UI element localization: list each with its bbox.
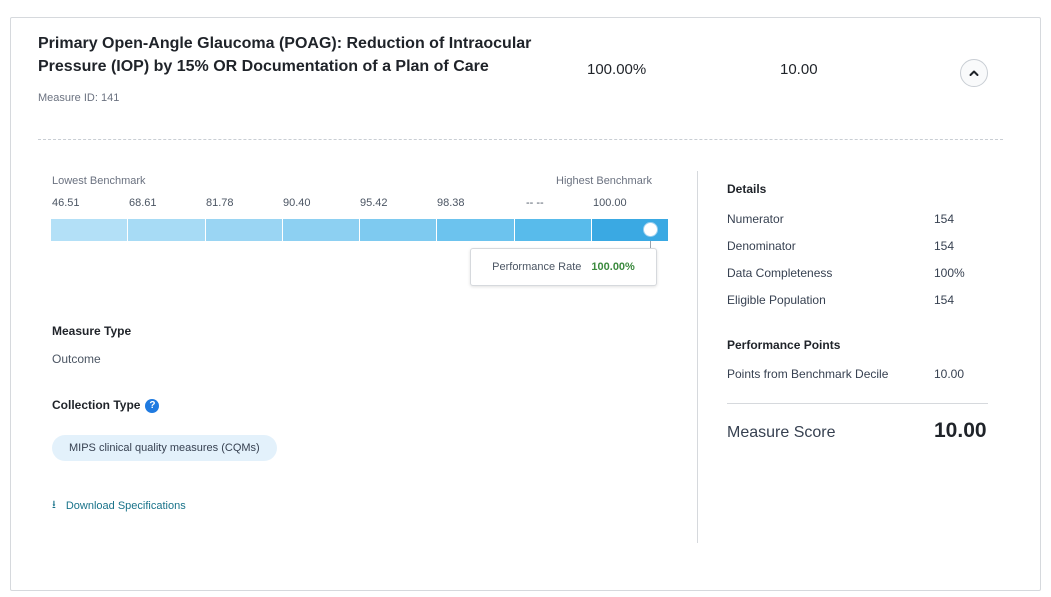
benchmark-segment	[51, 219, 129, 241]
performance-rate-tooltip: Performance Rate 100.00%	[470, 248, 657, 286]
question-circle-icon[interactable]: ?	[145, 398, 160, 413]
download-specifications-link[interactable]: ⭳ Download Specifications	[52, 496, 186, 515]
benchmark-segment	[514, 219, 592, 241]
benchmark-segment	[282, 219, 360, 241]
measure-id: Measure ID: 141	[38, 92, 120, 104]
header-divider	[38, 139, 1003, 140]
benchmark-tick: -- --	[526, 197, 544, 209]
benchmark-segment	[591, 219, 669, 241]
score-divider	[727, 403, 988, 404]
benchmark-segment	[205, 219, 283, 241]
performance-points-heading: Performance Points	[727, 338, 841, 352]
details-row-value: 100%	[934, 266, 965, 280]
download-label: Download Specifications	[65, 499, 186, 512]
details-row-value: 154	[934, 239, 955, 253]
benchmark-segment	[128, 219, 206, 241]
header-performance-rate: 100.00%	[587, 61, 647, 78]
benchmark-tick: 100.00	[593, 197, 627, 209]
performance-points-value: 10.00	[934, 367, 965, 381]
download-icon: ⭳	[52, 499, 56, 511]
benchmark-tick: 68.61	[129, 197, 157, 209]
benchmark-segment	[360, 219, 438, 241]
benchmark-ticks: 46.51 68.61 81.78 90.40 95.42 98.38 -- -…	[52, 197, 672, 211]
benchmark-tick: 98.38	[437, 197, 465, 209]
details-row-value: 154	[934, 293, 955, 307]
details-row-label: Data Completeness	[727, 266, 833, 280]
benchmark-segment	[437, 219, 515, 241]
details-row-label: Denominator	[727, 239, 796, 253]
collapse-button[interactable]	[960, 59, 988, 87]
header-score: 10.00	[780, 61, 818, 78]
measure-score-value: 10.00	[934, 419, 987, 442]
details-row-label: Numerator	[727, 212, 784, 226]
benchmark-bar	[51, 219, 669, 241]
lowest-benchmark-label: Lowest Benchmark	[52, 175, 146, 187]
tooltip-label: Performance Rate	[492, 261, 582, 273]
collection-type-heading: Collection Type?	[52, 398, 160, 413]
benchmark-tick: 46.51	[52, 197, 80, 209]
chevron-up-icon	[969, 70, 979, 76]
measure-title: Primary Open-Angle Glaucoma (POAG): Redu…	[38, 35, 532, 75]
measure-type-heading: Measure Type	[52, 324, 132, 338]
benchmark-tick: 90.40	[283, 197, 311, 209]
collection-type-label: Collection Type	[52, 398, 141, 412]
benchmark-tick: 95.42	[360, 197, 388, 209]
vertical-divider	[697, 171, 698, 543]
measure-score-label: Measure Score	[727, 424, 836, 441]
performance-marker	[644, 223, 657, 236]
measure-type-value: Outcome	[52, 352, 101, 366]
performance-points-label: Points from Benchmark Decile	[727, 367, 889, 381]
tooltip-value: 100.00%	[591, 261, 635, 273]
details-heading: Details	[727, 182, 767, 196]
highest-benchmark-label: Highest Benchmark	[556, 175, 652, 187]
collection-type-pill: MIPS clinical quality measures (CQMs)	[52, 435, 277, 461]
details-row-label: Eligible Population	[727, 293, 826, 307]
details-row-value: 154	[934, 212, 955, 226]
benchmark-tick: 81.78	[206, 197, 234, 209]
